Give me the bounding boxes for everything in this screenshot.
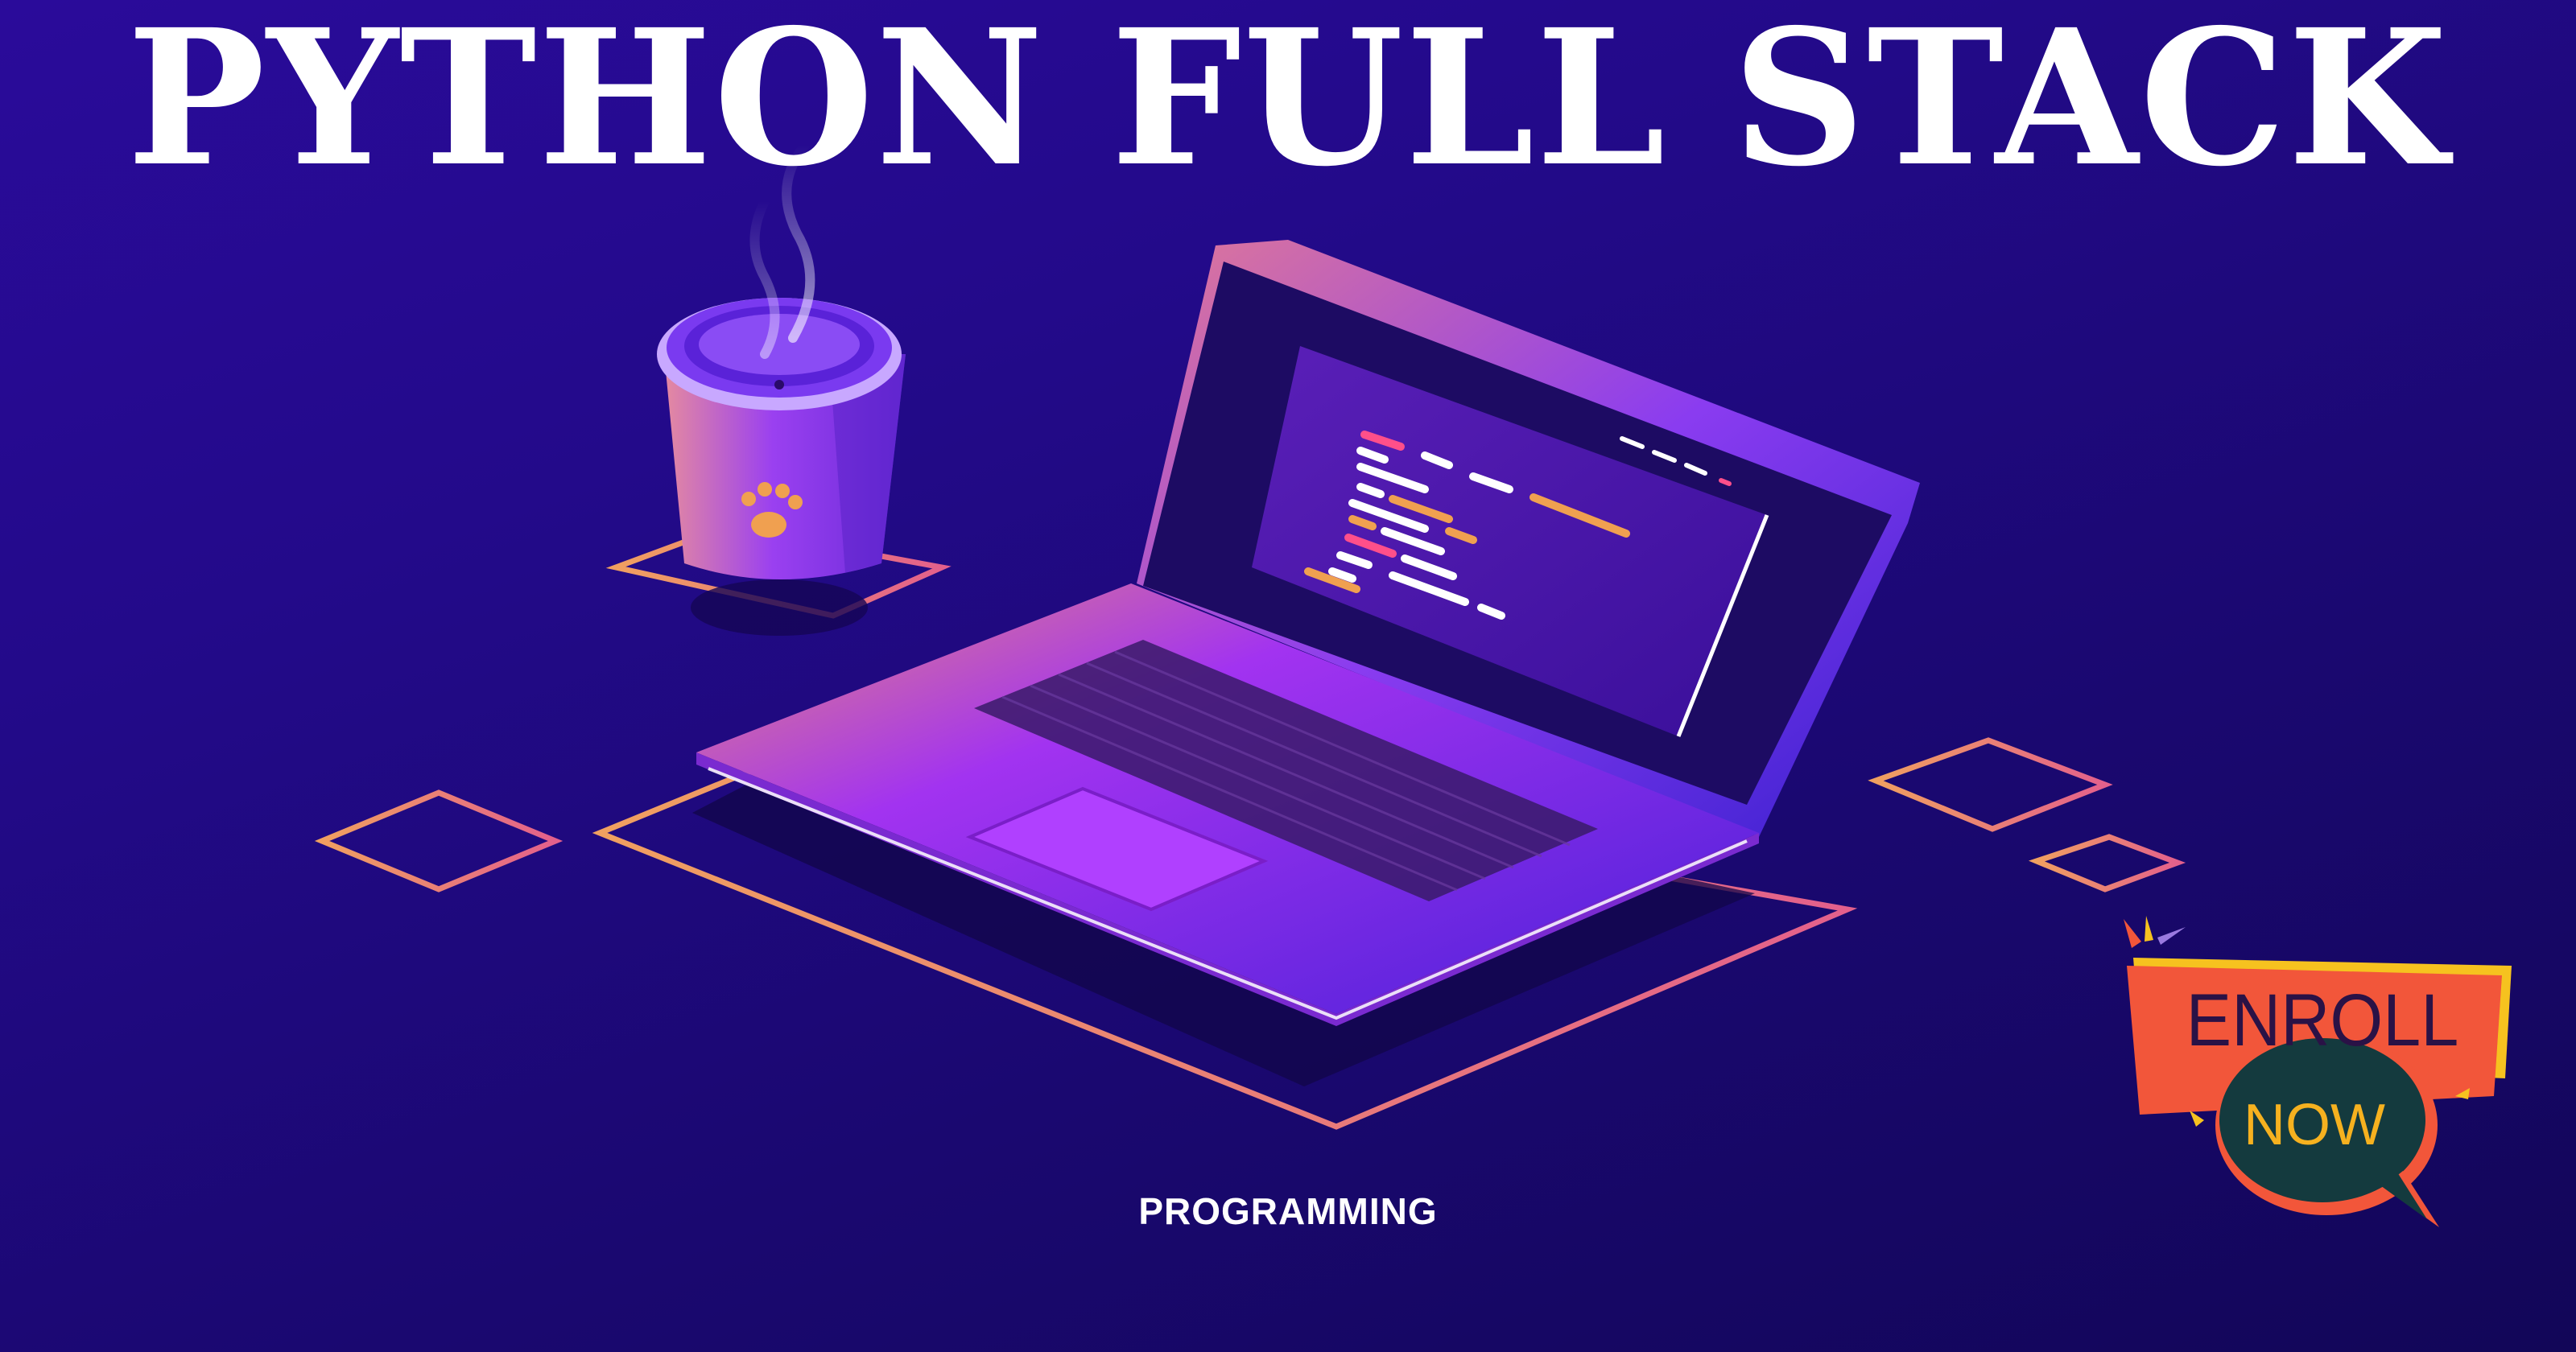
enroll-label: ENROLL [2186, 979, 2459, 1061]
caption-label: PROGRAMMING [1138, 1190, 1438, 1232]
enroll-now-button[interactable]: ENROLL NOW [2109, 909, 2528, 1231]
now-label: NOW [2244, 1093, 2385, 1157]
coffee-cup-icon [657, 140, 906, 636]
